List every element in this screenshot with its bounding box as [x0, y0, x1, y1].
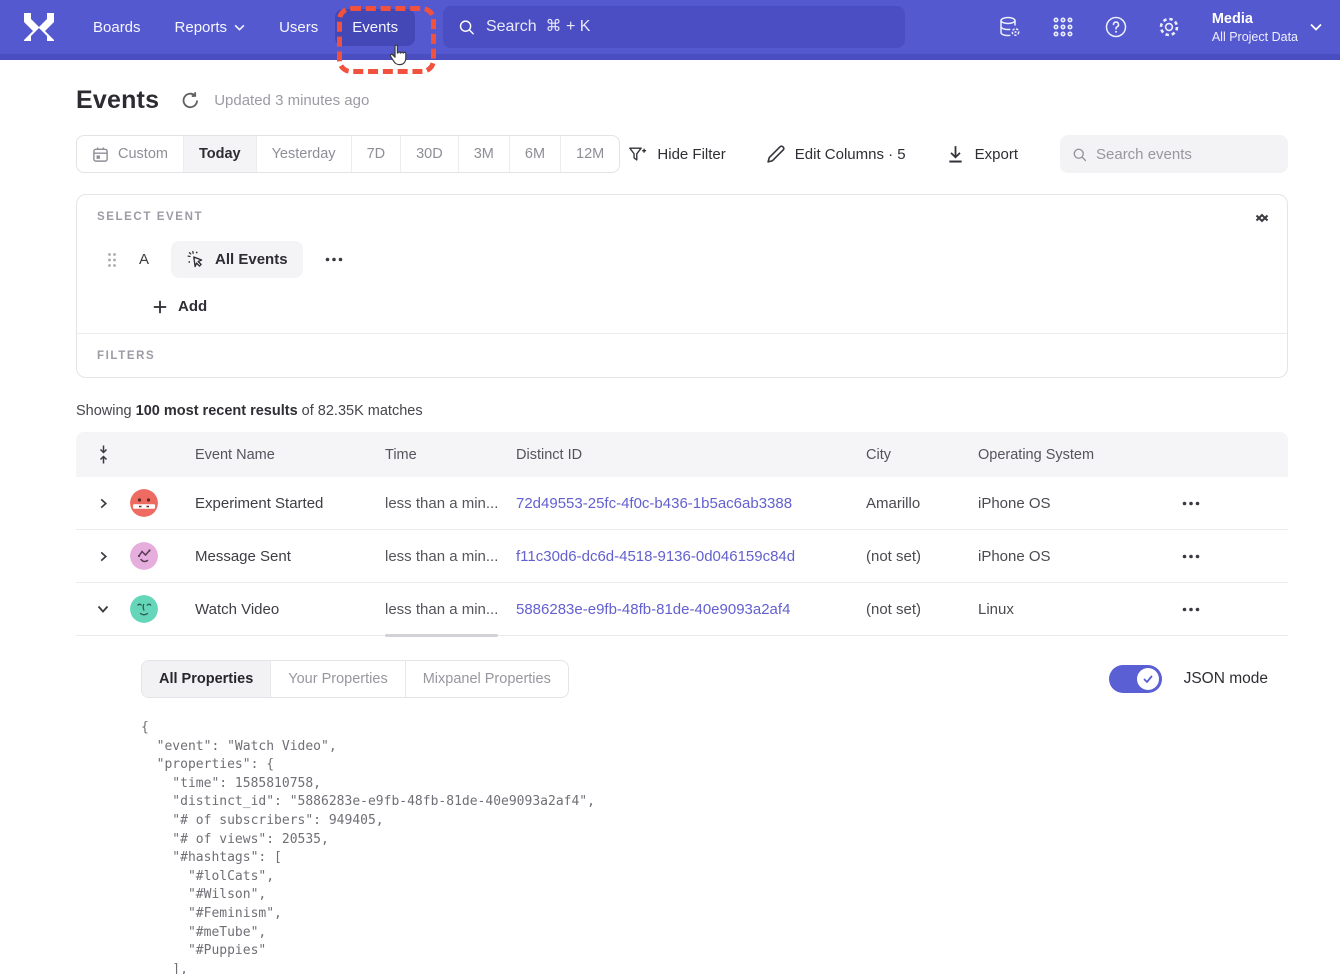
- tab-your-properties[interactable]: Your Properties: [271, 661, 405, 697]
- select-event-label: SELECT EVENT: [97, 211, 1267, 223]
- mixpanel-logo[interactable]: [22, 12, 56, 42]
- apps-grid-icon[interactable]: [1051, 15, 1075, 39]
- check-icon: [1142, 673, 1154, 685]
- collapse-all-rows-icon[interactable]: [97, 445, 110, 464]
- horizontal-scrollbar[interactable]: [385, 634, 498, 637]
- cell-os: Linux: [978, 601, 1130, 618]
- search-icon: [458, 18, 475, 36]
- date-option-custom[interactable]: Custom: [77, 136, 184, 172]
- funnel-plus-icon: [628, 145, 647, 164]
- events-search[interactable]: [1060, 135, 1288, 173]
- col-header-time[interactable]: Time: [385, 447, 516, 463]
- nav-item-reports[interactable]: Reports: [158, 9, 263, 46]
- chevron-down-icon: [234, 24, 245, 31]
- properties-tabs: All Properties Your Properties Mixpanel …: [141, 660, 569, 698]
- date-option-7d[interactable]: 7D: [352, 136, 402, 172]
- top-nav: Boards Reports Users Events: [0, 0, 1340, 60]
- date-option-today[interactable]: Today: [184, 136, 257, 172]
- cell-city: Amarillo: [866, 495, 978, 512]
- distinct-id-link[interactable]: 5886283e-e9fb-48fb-81de-40e9093a2af4: [516, 601, 790, 618]
- results-summary: Showing 100 most recent results of 82.35…: [76, 403, 1288, 419]
- global-search[interactable]: [443, 6, 905, 48]
- event-selector-chip[interactable]: All Events: [171, 241, 303, 278]
- edit-columns-button[interactable]: Edit Columns · 5: [766, 145, 906, 164]
- filters-label: FILTERS: [97, 350, 1267, 362]
- table-row-expanded[interactable]: Watch Video less than a min... 5886283e-…: [76, 583, 1288, 636]
- json-mode-label: JSON mode: [1184, 670, 1268, 688]
- date-option-yesterday[interactable]: Yesterday: [257, 136, 352, 172]
- expand-filters-icon[interactable]: [1255, 214, 1269, 223]
- col-header-event-name[interactable]: Event Name: [195, 447, 385, 463]
- col-header-city[interactable]: City: [866, 447, 978, 463]
- page-title: Events: [76, 86, 159, 115]
- event-detail-panel: All Properties Your Properties Mixpanel …: [76, 660, 1288, 974]
- pencil-icon: [766, 145, 785, 164]
- cell-time: less than a min...: [385, 601, 516, 618]
- json-mode-toggle[interactable]: [1109, 665, 1162, 693]
- cell-city: (not set): [866, 548, 978, 565]
- event-avatar: [130, 489, 158, 517]
- table-row[interactable]: Message Sent less than a min... f11c30d6…: [76, 530, 1288, 583]
- query-builder-panel: SELECT EVENT A: [76, 194, 1288, 378]
- cell-event-name: Message Sent: [195, 548, 385, 565]
- step-letter: A: [139, 251, 149, 268]
- event-more-options-icon[interactable]: [325, 257, 343, 262]
- cell-time: less than a min...: [385, 548, 516, 565]
- col-header-distinct-id[interactable]: Distinct ID: [516, 447, 866, 463]
- plus-icon: [153, 300, 167, 314]
- date-option-6m[interactable]: 6M: [510, 136, 561, 172]
- cell-os: iPhone OS: [978, 495, 1130, 512]
- project-scope: All Project Data: [1212, 30, 1298, 44]
- distinct-id-link[interactable]: 72d49553-25fc-4f0c-b436-1b5ac6ab3388: [516, 495, 792, 512]
- row-more-options-icon[interactable]: [1182, 501, 1200, 506]
- toggle-knob: [1137, 668, 1159, 690]
- download-icon: [946, 145, 965, 164]
- cell-time: less than a min...: [385, 495, 516, 512]
- events-table: Event Name Time Distinct ID City Operati…: [76, 432, 1288, 974]
- nav-item-events[interactable]: Events: [335, 9, 415, 46]
- col-header-os[interactable]: Operating System: [978, 447, 1130, 463]
- event-avatar: [130, 542, 158, 570]
- row-more-options-icon[interactable]: [1182, 554, 1200, 559]
- magic-cursor-icon: [186, 250, 205, 269]
- settings-gear-icon[interactable]: [1157, 15, 1181, 39]
- date-option-12m[interactable]: 12M: [561, 136, 619, 172]
- nav-item-users[interactable]: Users: [262, 9, 335, 46]
- cell-city: (not set): [866, 601, 978, 618]
- tab-all-properties[interactable]: All Properties: [142, 661, 271, 697]
- distinct-id-link[interactable]: f11c30d6-dc6d-4518-9136-0d046159c84d: [516, 548, 795, 565]
- search-icon: [1072, 146, 1087, 163]
- row-more-options-icon[interactable]: [1182, 607, 1200, 612]
- event-avatar: [130, 595, 158, 623]
- date-option-30d[interactable]: 30D: [401, 136, 459, 172]
- help-icon[interactable]: [1104, 15, 1128, 39]
- expand-row-icon[interactable]: [98, 498, 109, 509]
- cell-event-name: Watch Video: [195, 601, 385, 618]
- cell-event-name: Experiment Started: [195, 495, 385, 512]
- project-name: Media: [1212, 10, 1298, 30]
- date-option-3m[interactable]: 3M: [459, 136, 510, 172]
- drag-handle-icon[interactable]: [107, 252, 117, 268]
- project-switcher[interactable]: Media All Project Data: [1212, 10, 1322, 44]
- calendar-icon: [92, 146, 109, 163]
- date-range-selector: Custom Today Yesterday 7D 30D 3M 6M 12M: [76, 135, 620, 173]
- data-management-icon[interactable]: [998, 15, 1022, 39]
- export-button[interactable]: Export: [946, 145, 1018, 164]
- expand-row-icon[interactable]: [98, 551, 109, 562]
- table-header-row: Event Name Time Distinct ID City Operati…: [76, 432, 1288, 477]
- refresh-icon[interactable]: [181, 91, 200, 110]
- last-updated-text: Updated 3 minutes ago: [214, 92, 369, 109]
- cell-os: iPhone OS: [978, 548, 1130, 565]
- chevron-down-icon: [1310, 23, 1322, 31]
- events-search-input[interactable]: [1096, 146, 1276, 163]
- global-search-input[interactable]: [486, 18, 890, 36]
- add-event-button[interactable]: Add: [97, 298, 1267, 315]
- hide-filter-button[interactable]: Hide Filter: [628, 145, 725, 164]
- filters-section[interactable]: FILTERS: [77, 334, 1287, 377]
- table-row[interactable]: Experiment Started less than a min... 72…: [76, 477, 1288, 530]
- tab-mixpanel-properties[interactable]: Mixpanel Properties: [406, 661, 568, 697]
- event-json: { "event": "Watch Video", "properties": …: [141, 719, 1288, 974]
- nav-item-boards[interactable]: Boards: [76, 9, 158, 46]
- collapse-row-icon[interactable]: [97, 605, 109, 613]
